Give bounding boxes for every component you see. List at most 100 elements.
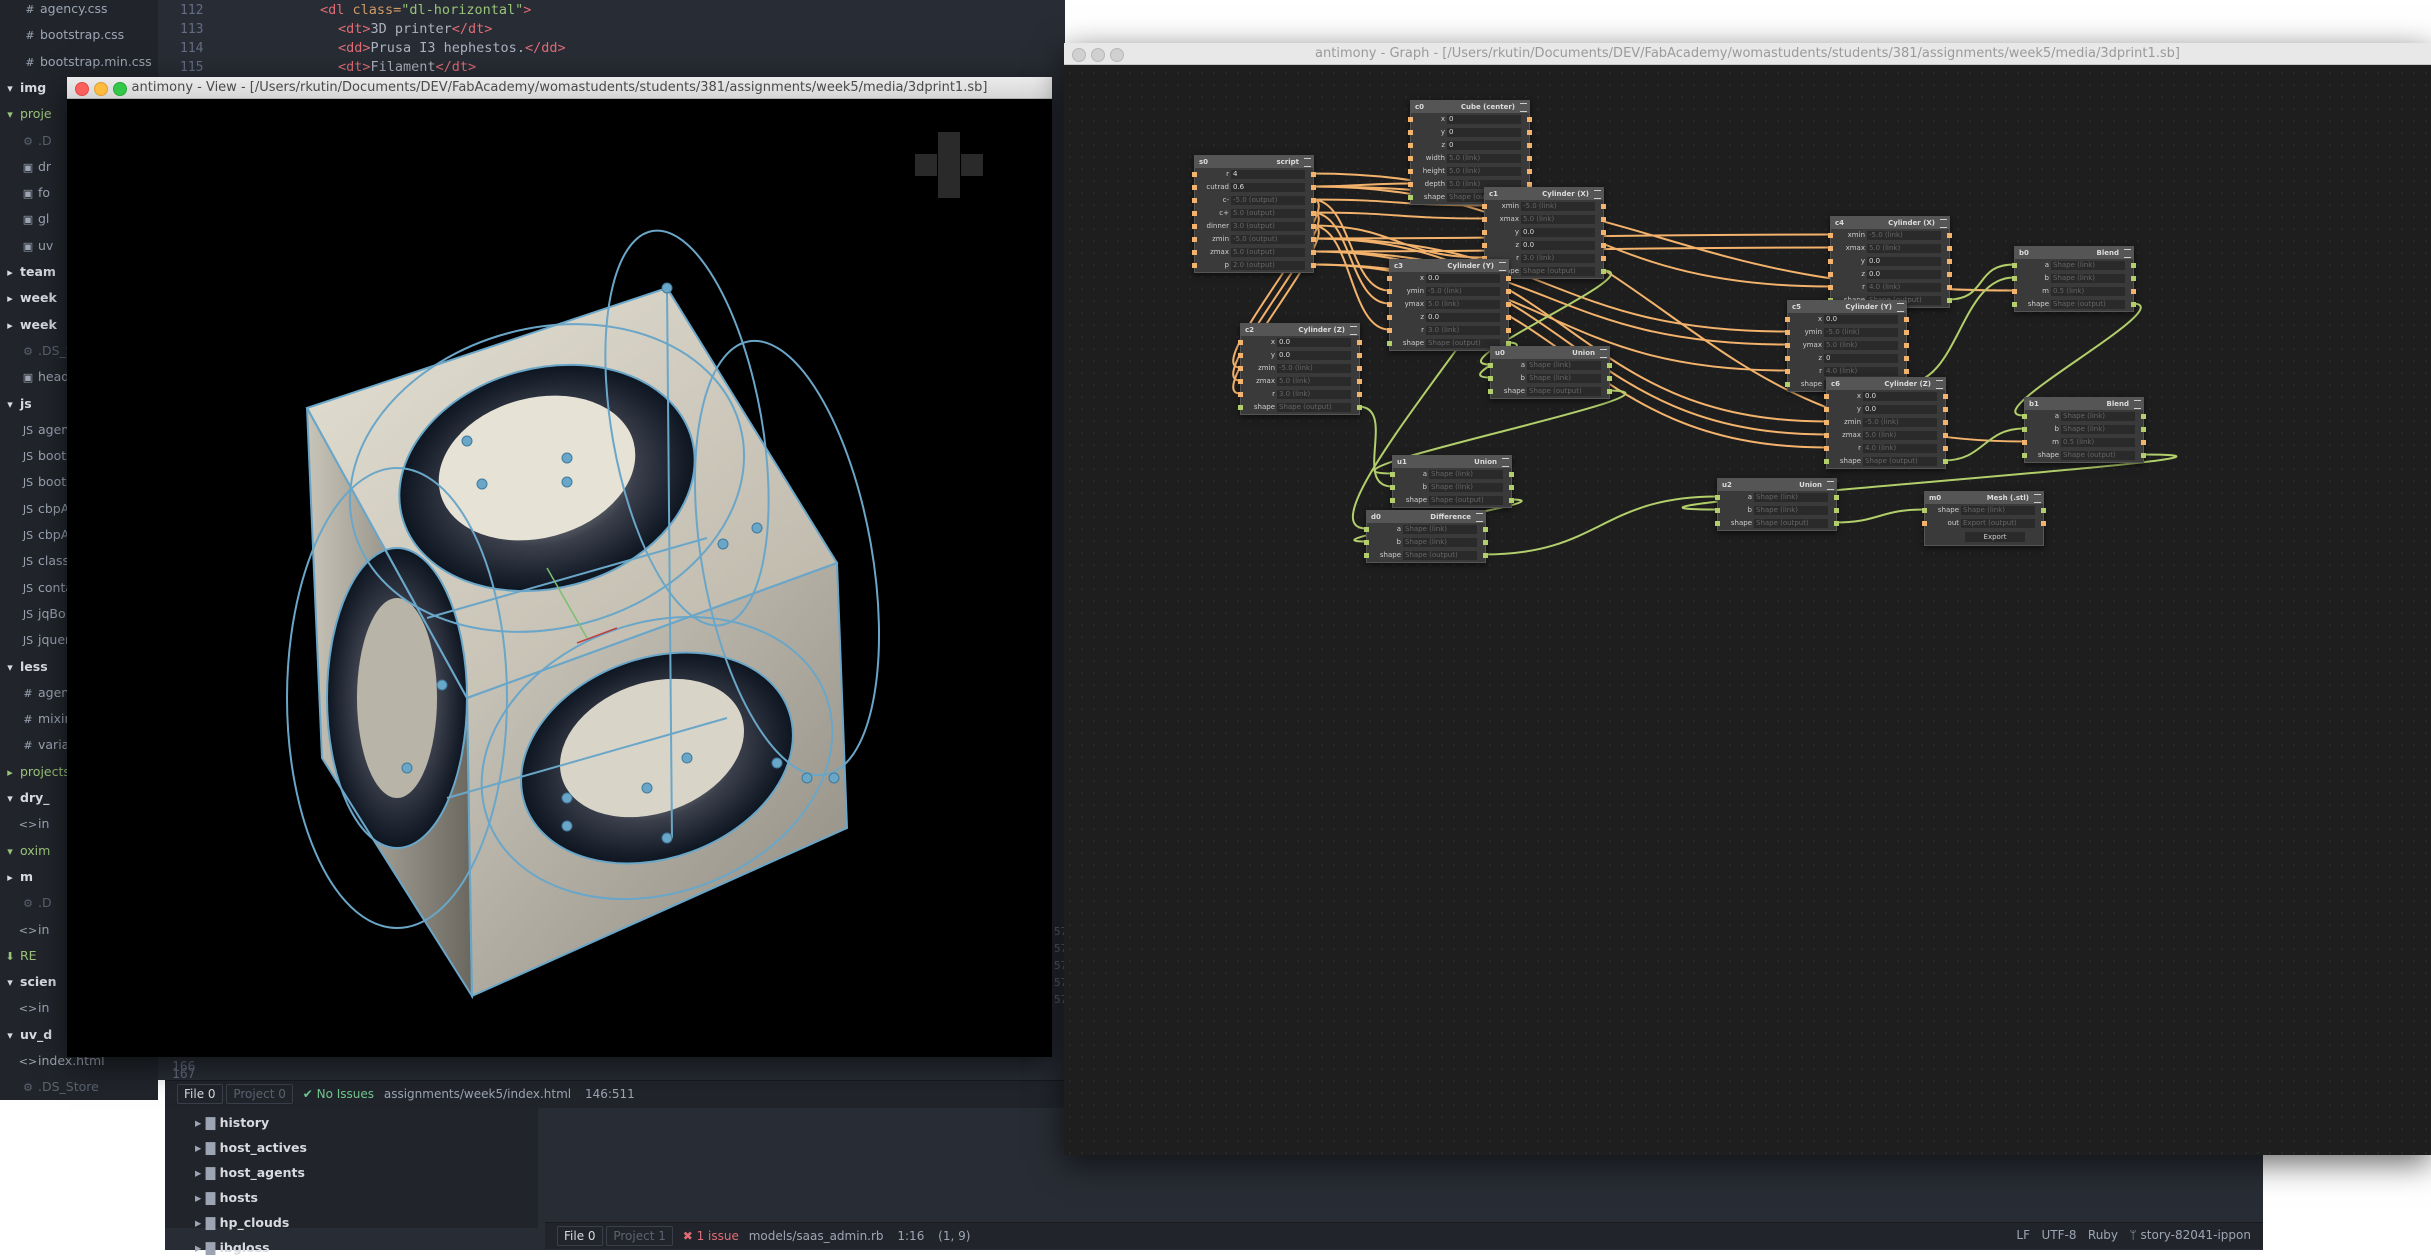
node-header[interactable]: c0 Cube (center) [1411, 101, 1529, 113]
input-pin[interactable] [1482, 204, 1487, 209]
field-input[interactable]: Shape (output) [1754, 519, 1828, 528]
input-pin[interactable] [1390, 485, 1395, 490]
node-id[interactable]: b1 [2029, 398, 2039, 410]
output-pin[interactable] [1506, 276, 1511, 281]
input-pin[interactable] [1364, 540, 1369, 545]
node-id[interactable]: c0 [1415, 101, 1424, 113]
field-input[interactable]: 0.0 [1824, 315, 1898, 324]
output-pin[interactable] [2131, 263, 2136, 268]
input-pin[interactable] [1785, 356, 1790, 361]
output-pin[interactable] [1904, 343, 1909, 348]
cursor-position[interactable]: 146:511 [585, 1087, 635, 1101]
tree-folder[interactable]: ▸ ▇ history [195, 1110, 307, 1135]
input-pin[interactable] [1192, 224, 1197, 229]
tree-item[interactable]: JS conta [0, 576, 73, 600]
input-pin[interactable] [2012, 289, 2017, 294]
node-id[interactable]: s0 [1199, 156, 1208, 168]
code-line[interactable]: <dd>Prusa I3 hephestos.</dd> [338, 40, 566, 56]
file-count-badge[interactable]: File 0 [557, 1226, 603, 1246]
field-input[interactable]: 0.5 (link) [2051, 287, 2125, 296]
node-id[interactable]: c2 [1245, 324, 1254, 336]
output-pin[interactable] [1527, 156, 1532, 161]
field-input[interactable]: 3.0 (output) [1231, 222, 1305, 231]
field-input[interactable]: Shape (link) [1754, 493, 1828, 502]
output-pin[interactable] [1904, 330, 1909, 335]
input-pin[interactable] [1387, 302, 1392, 307]
menu-icon[interactable] [1827, 481, 1834, 490]
input-pin[interactable] [2022, 427, 2027, 432]
input-pin[interactable] [1824, 420, 1829, 425]
field-input[interactable]: 0.0 [1277, 338, 1351, 347]
field-input[interactable]: 0.5 (link) [2061, 438, 2135, 447]
input-pin[interactable] [1715, 521, 1720, 526]
graph-node-cyl-x2[interactable]: c4 Cylinder (X) xmin -5.0 (link) xmax 5.0 (li… [1828, 216, 1952, 308]
issues-status[interactable]: 1 issue [697, 1229, 739, 1243]
tree-item[interactable]: <>in [0, 812, 50, 836]
input-pin[interactable] [1488, 389, 1493, 394]
node-id[interactable]: d0 [1371, 511, 1381, 523]
graph-node-script[interactable]: s0 script r 4 cutrad 0.6 c- -5.0 (output) c+ 5.0 … [1192, 155, 1316, 273]
field-input[interactable]: Shape (output) [2051, 300, 2125, 309]
menu-icon[interactable] [1499, 262, 1506, 271]
tree-item[interactable]: ▾ js [0, 392, 32, 416]
view-window[interactable]: antimony - View - [/Users/rkutin/Documen… [67, 77, 1052, 1057]
git-branch[interactable]: story-82041-ippon [2141, 1228, 2251, 1242]
field-input[interactable]: 5.0 (link) [1447, 167, 1521, 176]
menu-icon[interactable] [1897, 303, 1904, 312]
node-id[interactable]: c1 [1489, 188, 1498, 200]
field-input[interactable]: 0.0 [1277, 351, 1351, 360]
zoom-button[interactable] [113, 82, 127, 96]
tree-item[interactable]: ▣ fo [0, 181, 50, 205]
output-pin[interactable] [2041, 521, 2046, 526]
field-input[interactable]: Shape (link) [2061, 425, 2135, 434]
output-pin[interactable] [1311, 263, 1316, 268]
selection-count[interactable]: (1, 9) [938, 1229, 970, 1243]
node-header[interactable]: c5 Cylinder (Y) [1788, 301, 1906, 313]
menu-icon[interactable] [2034, 494, 2041, 503]
output-pin[interactable] [1506, 289, 1511, 294]
node-id[interactable]: c3 [1394, 260, 1403, 272]
minimize-button[interactable] [94, 82, 108, 96]
output-pin[interactable] [1311, 172, 1316, 177]
tree-folder[interactable]: ▸ ▇ host_actives [195, 1135, 307, 1160]
input-pin[interactable] [1785, 343, 1790, 348]
menu-icon[interactable] [1594, 190, 1601, 199]
input-pin[interactable] [1364, 553, 1369, 558]
field-input[interactable]: 5.0 (link) [1447, 154, 1521, 163]
node-header[interactable]: c2 Cylinder (Z) [1241, 324, 1359, 336]
file-path[interactable]: models/saas_admin.rb [749, 1229, 884, 1243]
tree-item[interactable]: ▾ oxim [0, 839, 50, 863]
field-input[interactable]: 3.0 (link) [1277, 390, 1351, 399]
output-pin[interactable] [1943, 446, 1948, 451]
tree-item[interactable]: JS cbpA [0, 497, 69, 521]
file-count-badge[interactable]: File 0 [177, 1084, 223, 1104]
input-pin[interactable] [1828, 272, 1833, 277]
node-id[interactable]: u2 [1722, 479, 1732, 491]
tree-folder[interactable]: ▸ ▇ hosts [195, 1185, 307, 1210]
output-pin[interactable] [1357, 405, 1362, 410]
tree-item[interactable]: ▣ gl [0, 207, 50, 231]
project-count-badge[interactable]: Project 1 [606, 1226, 673, 1246]
menu-icon[interactable] [2134, 400, 2141, 409]
input-pin[interactable] [1387, 328, 1392, 333]
field-input[interactable]: 5.0 (link) [1863, 431, 1937, 440]
input-pin[interactable] [1408, 156, 1413, 161]
output-pin[interactable] [2141, 440, 2146, 445]
field-input[interactable]: -5.0 (link) [1863, 418, 1937, 427]
issues-status[interactable]: No Issues [317, 1087, 374, 1101]
output-pin[interactable] [1601, 230, 1606, 235]
menu-icon[interactable] [1502, 458, 1509, 467]
output-pin[interactable] [1947, 298, 1952, 303]
output-pin[interactable] [1506, 315, 1511, 320]
tree-item[interactable]: ▸ m [0, 865, 33, 889]
orientation-gizmo-icon[interactable] [915, 132, 983, 198]
field-input[interactable]: 0 [1824, 354, 1898, 363]
field-input[interactable]: 4.0 (link) [1824, 367, 1898, 376]
field-input[interactable]: Shape (link) [1527, 374, 1601, 383]
graph-node-union0[interactable]: u0 Union a Shape (link) b Shape (link) shape Sh… [1488, 346, 1612, 399]
output-pin[interactable] [1601, 204, 1606, 209]
input-pin[interactable] [2022, 440, 2027, 445]
node-header[interactable]: c6 Cylinder (Z) [1827, 378, 1945, 390]
tree-item[interactable]: JS classi [0, 549, 73, 573]
field-input[interactable]: 0.6 [1231, 183, 1305, 192]
